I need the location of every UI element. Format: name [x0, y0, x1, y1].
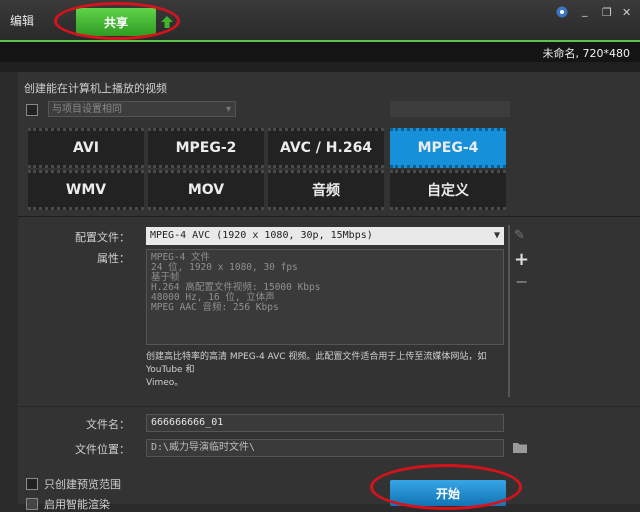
format-mpeg4[interactable]: MPEG-4: [390, 128, 506, 168]
disabled-button[interactable]: [390, 101, 510, 117]
format-wmv[interactable]: WMV: [28, 170, 144, 210]
annotation-circle-share: [54, 2, 180, 40]
smart-render-label: 启用智能渲染: [44, 498, 110, 511]
match-project-dropdown[interactable]: 与项目设置相同 ▾: [48, 101, 236, 117]
gap: [0, 62, 640, 72]
profile-value: MPEG-4 AVC (1920 x 1080, 30p, 15Mbps): [150, 230, 373, 241]
properties-box: MPEG-4 文件 24 位, 1920 x 1080, 30 fps 基于帧 …: [146, 249, 504, 345]
format-avc-h264[interactable]: AVC / H.264: [268, 128, 384, 168]
match-project-label: 与项目设置相同: [52, 104, 122, 115]
page-heading: 创建能在计算机上播放的视频: [24, 82, 167, 95]
profile-label: 配置文件：: [75, 231, 130, 244]
annotation-circle-start: [370, 464, 522, 510]
folder-icon[interactable]: [512, 439, 528, 458]
format-avi[interactable]: AVI: [28, 128, 144, 168]
format-audio[interactable]: 音频: [268, 170, 384, 210]
remove-icon[interactable]: −: [515, 272, 528, 291]
filelocation-label: 文件位置：: [75, 443, 130, 456]
match-project-checkbox[interactable]: [26, 104, 38, 116]
filelocation-input[interactable]: D:\威力导演临时文件\: [146, 439, 504, 457]
tab-edit[interactable]: 编辑: [10, 12, 34, 29]
filename-input[interactable]: 666666666_01: [146, 414, 504, 432]
property-line: 24 位, 1920 x 1080, 30 fps: [151, 262, 298, 273]
preview-only-checkbox[interactable]: [26, 478, 38, 490]
section-divider: [18, 216, 640, 217]
chevron-down-icon: ▾: [225, 104, 231, 115]
restore-icon[interactable]: ❐: [602, 6, 612, 19]
description-line-1: 创建高比特率的高清 MPEG-4 AVC 视频。此配置文件适合用于上传至流媒体网…: [146, 352, 487, 375]
scrollbar[interactable]: [508, 225, 510, 397]
filename-value: 666666666_01: [151, 417, 224, 428]
status-bar: 未命名, 720*480: [0, 42, 640, 62]
format-mpeg2[interactable]: MPEG-2: [148, 128, 264, 168]
settings-icon[interactable]: [556, 6, 568, 21]
minimize-icon[interactable]: _: [582, 4, 588, 17]
profile-dropdown[interactable]: MPEG-4 AVC (1920 x 1080, 30p, 15Mbps) ▼: [146, 227, 504, 245]
properties-label: 属性：: [97, 252, 130, 265]
format-mov[interactable]: MOV: [148, 170, 264, 210]
filelocation-value: D:\威力导演临时文件\: [151, 442, 256, 453]
description-line-2: Vimeo。: [146, 378, 184, 388]
chevron-down-icon: ▼: [493, 230, 500, 241]
smart-render-checkbox[interactable]: [26, 498, 38, 510]
profile-description: 创建高比特率的高清 MPEG-4 AVC 视频。此配置文件适合用于上传至流媒体网…: [146, 351, 512, 390]
project-info: 未命名, 720*480: [542, 47, 630, 60]
property-line: MPEG AAC 音频: 256 Kbps: [151, 302, 279, 313]
filename-label: 文件名：: [86, 418, 130, 431]
preview-only-label: 只创建预览范围: [44, 478, 121, 491]
close-icon[interactable]: ✕: [622, 6, 631, 19]
add-icon[interactable]: +: [514, 249, 529, 270]
format-custom[interactable]: 自定义: [390, 170, 506, 210]
section-divider-2: [18, 406, 640, 407]
edit-pencil-icon[interactable]: ✎: [514, 228, 525, 243]
